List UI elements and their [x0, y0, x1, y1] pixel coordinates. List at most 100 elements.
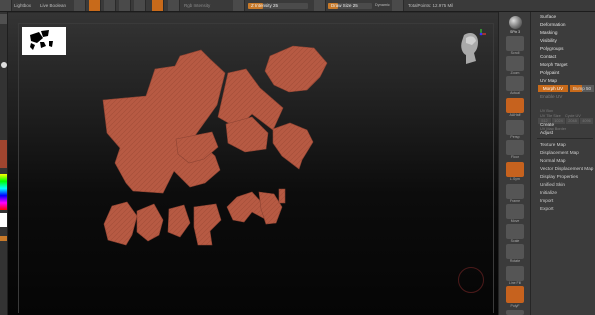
material-thumb[interactable]: [0, 140, 7, 168]
right-icon-strip: SPix 3 Scroll Zoom Actual AAHalf Persp F…: [498, 12, 530, 315]
document-canvas[interactable]: [8, 13, 498, 315]
menu-uv-map[interactable]: UV Map: [540, 78, 557, 84]
menu-polypaint[interactable]: Polypaint: [540, 70, 559, 76]
draw-size-label: Draw Size 25: [331, 3, 358, 8]
uv-island: [167, 204, 191, 238]
polyf-label: PolyF: [510, 304, 520, 308]
rotate-icon[interactable]: [134, 0, 146, 11]
move-icon[interactable]: [104, 0, 116, 11]
uv-island: [258, 191, 283, 225]
bump-slider[interactable]: Bump 50: [570, 85, 594, 92]
menu-normal-map[interactable]: Normal Map: [540, 158, 566, 164]
zoom-icon[interactable]: [506, 56, 524, 71]
menu-import[interactable]: Import: [540, 198, 553, 204]
floor-label: Floor: [511, 155, 519, 159]
persp-label: Persp: [510, 135, 520, 139]
aahalf-icon[interactable]: [506, 98, 524, 113]
mrgb-icon[interactable]: [152, 0, 164, 11]
draw-icon[interactable]: [89, 0, 101, 11]
menu-display-properties[interactable]: Display Properties: [540, 174, 578, 180]
frame-icon[interactable]: [506, 184, 524, 199]
draw-size-slider[interactable]: Draw Size 25: [328, 3, 372, 9]
focal-shift-icon[interactable]: [314, 0, 326, 11]
zoom-label: Zoom: [510, 71, 520, 75]
uv-island: [278, 188, 286, 204]
uv-island: [102, 49, 226, 194]
total-points-readout: TotalPoints: 12.975 Mil: [408, 3, 454, 8]
aahalf-label: AAHalf: [509, 113, 521, 117]
polyf-icon[interactable]: [506, 286, 524, 303]
rgb-icon[interactable]: [168, 0, 180, 11]
line-fill-label: Line Fill: [508, 281, 522, 285]
color-picker-icon[interactable]: [0, 174, 7, 210]
rgb-intensity-slider[interactable]: Rgb Intensity: [184, 0, 210, 11]
z-intensity-label: Z Intensity 25: [251, 3, 279, 8]
live-boolean-button[interactable]: Live Boolean: [40, 0, 66, 11]
rotate-label: Rotate: [509, 259, 521, 263]
lsym-icon[interactable]: [506, 162, 524, 177]
uv-island: [103, 201, 138, 246]
tool-palette: Surface Deformation Masking Visibility P…: [530, 12, 595, 315]
menu-visibility[interactable]: Visibility: [540, 38, 557, 44]
scale-icon[interactable]: [506, 224, 524, 239]
transp-icon[interactable]: [506, 310, 524, 315]
floor-icon[interactable]: [506, 140, 524, 155]
zbrush-window: Lightbox Live Boolean Rgb Intensity Z In…: [0, 0, 595, 315]
lightbox-icon[interactable]: [0, 0, 12, 11]
rotate-icon[interactable]: [506, 244, 524, 259]
menu-surface[interactable]: Surface: [540, 14, 556, 20]
uv-island: [193, 203, 222, 246]
floor-gizmo: [458, 267, 484, 293]
dynamic-button[interactable]: Dynamic: [375, 0, 390, 11]
left-shelf: [0, 12, 8, 315]
menu-polygroups[interactable]: Polygroups: [540, 46, 563, 52]
menu-create[interactable]: Create: [540, 122, 554, 128]
menu-displacement-map[interactable]: Displacement Map: [540, 150, 579, 156]
zadd-icon[interactable]: [233, 0, 245, 11]
menu-initialize[interactable]: Initialize: [540, 190, 557, 196]
persp-icon[interactable]: [506, 120, 524, 135]
morph-uv-button[interactable]: Morph UV: [538, 85, 568, 92]
menu-deformation[interactable]: Deformation: [540, 22, 566, 28]
main-color-swatch[interactable]: [0, 213, 7, 227]
uv-size-2048[interactable]: 2048: [566, 118, 579, 124]
menu-adjust[interactable]: Adjust: [540, 130, 553, 136]
scroll-label: Scroll: [510, 51, 520, 55]
divider: [537, 138, 593, 139]
menu-morph-target[interactable]: Morph Target: [540, 62, 568, 68]
actual-icon[interactable]: [506, 76, 524, 91]
lsym-label: L.Sym: [510, 177, 520, 181]
enable-uv-label: Enable UV: [540, 94, 563, 99]
move-label: Move: [510, 219, 520, 223]
lightbox-button[interactable]: Lightbox: [14, 0, 31, 11]
material-sphere-icon[interactable]: [509, 16, 522, 29]
divider: [538, 120, 593, 121]
uv-island: [225, 116, 269, 153]
menu-texture-map[interactable]: Texture Map: [540, 142, 566, 148]
stroke-thumb[interactable]: [1, 62, 7, 68]
menu-export[interactable]: Export: [540, 206, 554, 212]
uv-island: [264, 45, 328, 93]
active-points-icon: [392, 0, 404, 11]
switch-color-button[interactable]: [0, 236, 7, 241]
menu-unified-skin[interactable]: Unified Skin: [540, 182, 565, 188]
brush-thumb[interactable]: [0, 14, 7, 24]
uv-island: [136, 203, 164, 242]
scale-icon[interactable]: [119, 0, 131, 11]
uv-island: [272, 122, 314, 170]
menu-masking[interactable]: Masking: [540, 30, 557, 36]
move-icon[interactable]: [506, 204, 524, 219]
scroll-icon[interactable]: [506, 36, 524, 51]
z-intensity-slider[interactable]: Z Intensity 25: [248, 3, 308, 9]
actual-label: Actual: [510, 91, 520, 95]
line-fill-icon[interactable]: [506, 266, 524, 281]
uv-size-4096[interactable]: 4096: [580, 118, 593, 124]
menu-vector-displacement-map[interactable]: Vector Displacement Map: [540, 166, 593, 172]
menu-contact[interactable]: Contact: [540, 54, 556, 60]
scale-label: Scale: [510, 239, 520, 243]
bump-label: Bump 50: [572, 86, 591, 91]
uv-layout-view: [102, 45, 328, 246]
spix-label: SPix 3: [509, 30, 521, 34]
frame-label: Frame: [509, 199, 521, 203]
edit-icon[interactable]: [74, 0, 86, 11]
